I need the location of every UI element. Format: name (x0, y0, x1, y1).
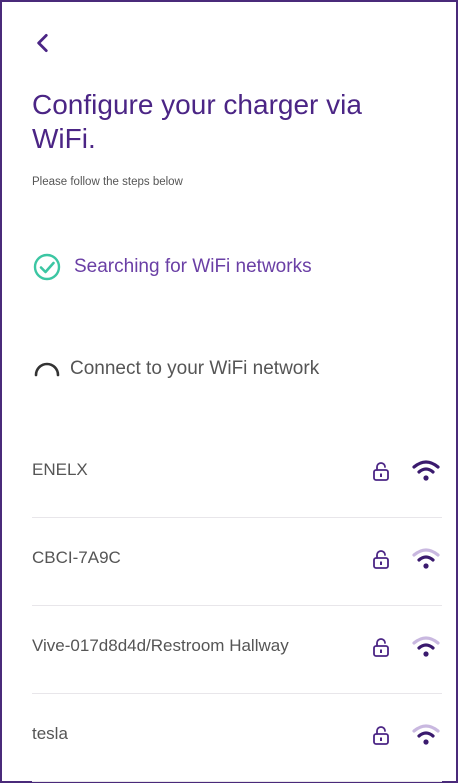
network-name: tesla (32, 724, 68, 743)
step-label: Searching for WiFi networks (74, 256, 312, 277)
network-row[interactable]: CBCI-7A9C (32, 518, 442, 606)
back-chevron-icon[interactable] (30, 30, 56, 56)
network-row[interactable]: ENELX (32, 430, 442, 518)
network-name: Vive-017d8d4d/Restroom Hallway (32, 636, 289, 655)
network-list: ENELX CBCI-7A9C Vive-017d8d4d/Restroom H… (32, 430, 442, 782)
network-name: CBCI-7A9C (32, 548, 121, 567)
page-subtitle: Please follow the steps below (32, 176, 183, 188)
lock-icon (373, 462, 389, 481)
lock-icon (373, 638, 389, 657)
step-search-networks: Searching for WiFi networks (32, 252, 312, 282)
check-circle-icon (32, 252, 62, 282)
wifi-icon (412, 460, 440, 481)
page-title: Configure your charger via WiFi. (32, 89, 362, 154)
step-connect-network: Connect to your WiFi network (32, 354, 319, 384)
lock-icon (373, 550, 389, 569)
app-screen: Configure your charger via WiFi. Please … (0, 0, 458, 783)
spinner-icon (32, 354, 62, 384)
network-name: ENELX (32, 460, 88, 479)
lock-icon (373, 726, 389, 745)
network-row[interactable]: tesla (32, 694, 442, 782)
network-row[interactable]: Vive-017d8d4d/Restroom Hallway (32, 606, 442, 694)
wifi-icon (412, 548, 440, 569)
wifi-icon (412, 724, 440, 745)
wifi-icon (412, 636, 440, 657)
step-label: Connect to your WiFi network (70, 358, 320, 379)
